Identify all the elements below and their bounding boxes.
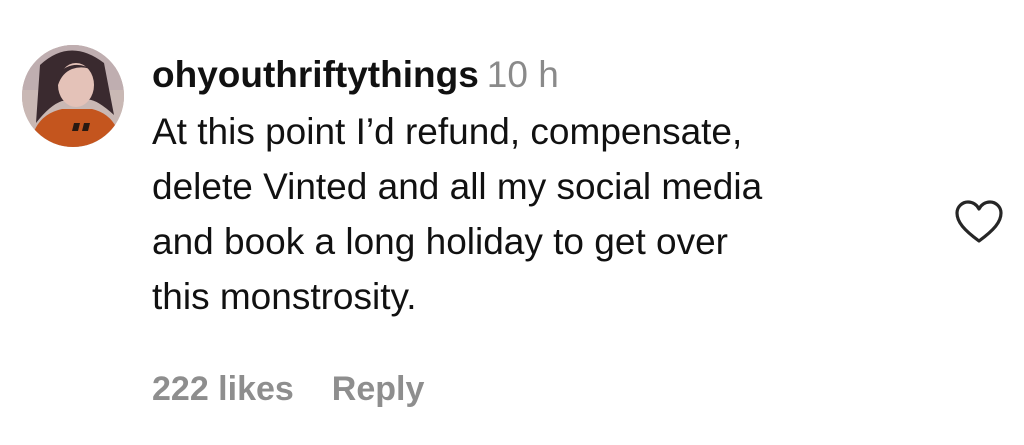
timestamp: 10 h [486,54,559,95]
username[interactable]: ohyouthriftythings [152,54,479,95]
comment-text: At this point I’d refund, compensate, de… [152,104,942,324]
comment: ohyouthriftythings 10 h At this point I’d… [0,0,1024,445]
avatar[interactable] [22,45,124,147]
like-button[interactable] [954,199,1004,245]
comment-text-line: At this point I’d refund, compensate, [152,111,743,152]
likes-count[interactable]: 222 likes [152,370,294,408]
comment-footer: 222 likes Reply [152,370,424,409]
reply-button[interactable]: Reply [332,370,425,408]
comment-text-line: delete Vinted and all my social media [152,166,763,207]
comment-text-line: and book a long holiday to get over [152,221,728,262]
heart-outline-icon [955,200,1003,243]
comment-header: ohyouthriftythings 10 h [152,52,952,98]
comment-content: ohyouthriftythings 10 h At this point I’d… [152,52,952,324]
avatar-image [22,45,124,147]
comment-text-line: this monstrosity. [152,276,417,317]
